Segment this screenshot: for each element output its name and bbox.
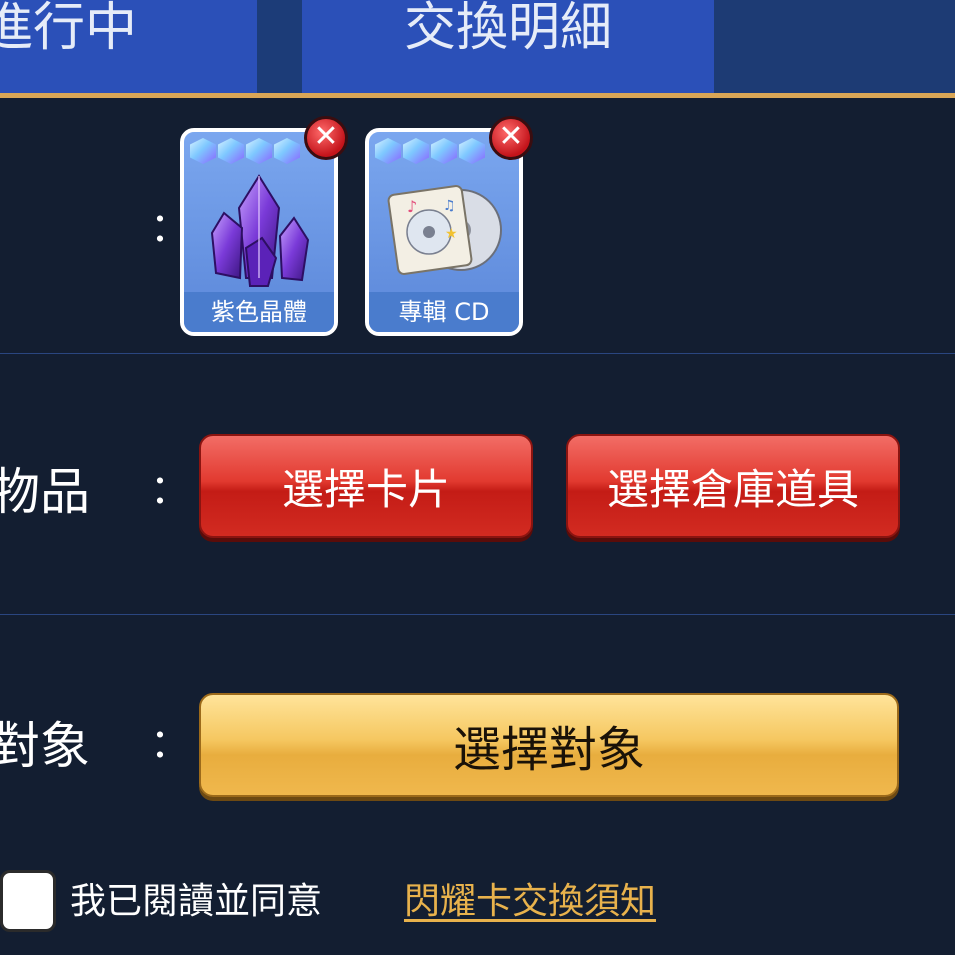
- gem-icon: [218, 138, 244, 164]
- gem-icon: [274, 138, 300, 164]
- item-card-body: 紫色晶體: [184, 132, 334, 332]
- select-warehouse-item-label: 選擇倉庫道具: [606, 464, 859, 514]
- tab-in-progress-label: 進行中: [0, 0, 137, 58]
- item-name: 紫色晶體: [184, 292, 334, 332]
- select-warehouse-item-button[interactable]: 選擇倉庫道具: [566, 434, 900, 538]
- gem-icon: [190, 138, 216, 164]
- select-card-button[interactable]: 選擇卡片: [199, 434, 533, 538]
- tab-underline: [0, 93, 955, 98]
- row-divider: [0, 353, 955, 354]
- remove-item-button[interactable]: ✕: [489, 116, 533, 160]
- select-card-label: 選擇卡片: [281, 464, 450, 514]
- item-card-purple-crystal[interactable]: 紫色晶體 ✕: [180, 116, 348, 336]
- svg-text:♫: ♫: [443, 198, 456, 214]
- rarity-gems: [375, 138, 485, 164]
- exchange-items-colon: ：: [150, 467, 190, 513]
- tab-bar: 進行中 交換明細: [0, 0, 955, 98]
- item-card-album-cd[interactable]: ♪ ♫ ★ 專輯 CD ✕: [365, 116, 533, 336]
- tab-exchange-detail[interactable]: 交換明細: [302, 0, 714, 93]
- target-colon: ：: [150, 721, 190, 767]
- tab-in-progress[interactable]: 進行中: [0, 0, 257, 93]
- gem-icon: [403, 138, 429, 164]
- album-cd-icon: ♪ ♫ ★: [387, 185, 502, 275]
- exchange-rules-link[interactable]: 閃耀卡交換須知: [404, 880, 656, 924]
- gem-icon: [375, 138, 401, 164]
- gem-icon: [431, 138, 457, 164]
- gem-icon: [459, 138, 485, 164]
- svg-text:★: ★: [445, 226, 458, 242]
- exchange-page: 進行中 交換明細 ： 紫色晶體 ✕ ♪ ♫ ★ 專輯 CD ✕ 物品 ： 選擇卡…: [0, 0, 955, 955]
- item-name: 專輯 CD: [369, 292, 519, 332]
- agree-checkbox[interactable]: [0, 870, 56, 932]
- row-divider: [0, 614, 955, 615]
- purple-crystal-icon: [210, 174, 310, 287]
- target-label: 對象: [0, 717, 90, 775]
- select-target-label: 選擇對象: [452, 722, 645, 778]
- svg-text:♪: ♪: [407, 197, 417, 216]
- exchange-items-label: 物品: [0, 463, 90, 521]
- rarity-gems: [190, 138, 300, 164]
- item-card-body: ♪ ♫ ★ 專輯 CD: [369, 132, 519, 332]
- remove-item-button[interactable]: ✕: [304, 116, 348, 160]
- gem-icon: [246, 138, 272, 164]
- tab-exchange-detail-label: 交換明細: [403, 0, 612, 58]
- tab-bar-filler: [714, 0, 955, 93]
- agree-text: 我已閱讀並同意: [70, 881, 323, 922]
- select-target-button[interactable]: 選擇對象: [199, 693, 899, 797]
